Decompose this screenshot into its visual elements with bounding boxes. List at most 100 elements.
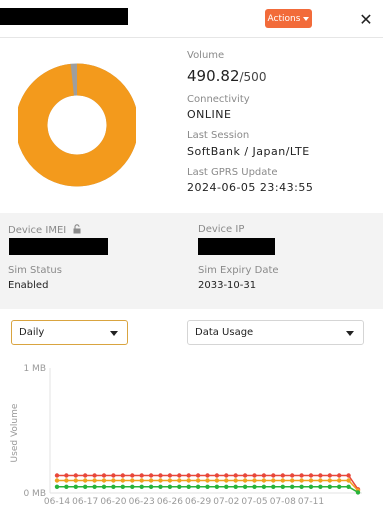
data-point[interactable] (252, 478, 257, 483)
data-point[interactable] (242, 484, 248, 489)
data-point[interactable] (101, 473, 107, 478)
data-point[interactable] (111, 478, 116, 483)
data-point[interactable] (299, 484, 304, 489)
data-point[interactable] (337, 473, 342, 478)
data-point[interactable] (346, 478, 351, 483)
data-point[interactable] (299, 473, 304, 478)
data-point[interactable] (111, 473, 116, 478)
data-point[interactable] (195, 484, 201, 489)
data-point[interactable] (83, 473, 88, 478)
data-point[interactable] (186, 484, 191, 489)
metric-select[interactable]: Data Usage (187, 320, 364, 345)
data-point[interactable] (195, 473, 201, 478)
data-point[interactable] (101, 478, 107, 483)
data-point[interactable] (280, 484, 285, 489)
data-point[interactable] (83, 478, 88, 483)
data-point[interactable] (290, 478, 295, 483)
data-point[interactable] (308, 473, 314, 478)
data-point[interactable] (195, 478, 201, 483)
data-point[interactable] (158, 473, 163, 478)
data-point[interactable] (158, 484, 163, 489)
unlock-icon[interactable] (72, 224, 82, 234)
data-point[interactable] (130, 484, 135, 489)
data-point[interactable] (92, 473, 97, 478)
data-point[interactable] (355, 490, 361, 495)
data-point[interactable] (308, 478, 314, 483)
data-point[interactable] (224, 478, 229, 483)
data-point[interactable] (337, 484, 342, 489)
data-point[interactable] (148, 473, 154, 478)
data-point[interactable] (308, 484, 314, 489)
data-point[interactable] (158, 478, 163, 483)
data-point[interactable] (120, 478, 126, 483)
data-point[interactable] (327, 478, 332, 483)
data-point[interactable] (139, 484, 144, 489)
data-point[interactable] (271, 484, 276, 489)
data-point[interactable] (130, 473, 135, 478)
data-point[interactable] (346, 473, 351, 478)
data-point[interactable] (280, 478, 285, 483)
data-point[interactable] (233, 478, 238, 483)
data-point[interactable] (73, 473, 79, 478)
data-point[interactable] (214, 478, 220, 483)
data-point[interactable] (64, 478, 69, 483)
data-point[interactable] (186, 473, 191, 478)
data-point[interactable] (290, 473, 295, 478)
data-point[interactable] (299, 478, 304, 483)
data-point[interactable] (167, 478, 173, 483)
data-point[interactable] (252, 473, 257, 478)
data-point[interactable] (73, 484, 79, 489)
data-point[interactable] (64, 484, 69, 489)
data-point[interactable] (327, 484, 332, 489)
data-point[interactable] (261, 478, 267, 483)
data-point[interactable] (205, 484, 210, 489)
data-point[interactable] (224, 484, 229, 489)
data-point[interactable] (167, 484, 173, 489)
data-point[interactable] (139, 473, 144, 478)
data-point[interactable] (64, 473, 69, 478)
data-point[interactable] (280, 473, 285, 478)
data-point[interactable] (214, 484, 220, 489)
data-point[interactable] (318, 484, 323, 489)
data-point[interactable] (92, 478, 97, 483)
data-point[interactable] (205, 473, 210, 478)
data-point[interactable] (205, 478, 210, 483)
data-point[interactable] (346, 484, 351, 489)
data-point[interactable] (130, 478, 135, 483)
data-point[interactable] (54, 478, 60, 483)
data-point[interactable] (337, 478, 342, 483)
data-point[interactable] (233, 484, 238, 489)
data-point[interactable] (148, 478, 154, 483)
data-point[interactable] (242, 478, 248, 483)
data-point[interactable] (148, 484, 154, 489)
actions-button[interactable]: Actions (265, 9, 312, 28)
data-point[interactable] (54, 473, 60, 478)
data-point[interactable] (73, 478, 79, 483)
data-point[interactable] (261, 473, 267, 478)
data-point[interactable] (271, 478, 276, 483)
data-point[interactable] (327, 473, 332, 478)
period-select[interactable]: Daily (11, 320, 128, 345)
data-point[interactable] (111, 484, 116, 489)
data-point[interactable] (252, 484, 257, 489)
data-point[interactable] (318, 473, 323, 478)
data-point[interactable] (177, 473, 182, 478)
data-point[interactable] (92, 484, 97, 489)
data-point[interactable] (167, 473, 173, 478)
data-point[interactable] (139, 478, 144, 483)
data-point[interactable] (54, 484, 60, 489)
data-point[interactable] (120, 473, 126, 478)
data-point[interactable] (271, 473, 276, 478)
data-point[interactable] (224, 473, 229, 478)
data-point[interactable] (186, 478, 191, 483)
data-point[interactable] (83, 484, 88, 489)
data-point[interactable] (261, 484, 267, 489)
data-point[interactable] (318, 478, 323, 483)
data-point[interactable] (177, 484, 182, 489)
data-point[interactable] (233, 473, 238, 478)
data-point[interactable] (120, 484, 126, 489)
close-icon[interactable]: ✕ (356, 9, 376, 29)
data-point[interactable] (242, 473, 248, 478)
data-point[interactable] (290, 484, 295, 489)
data-point[interactable] (177, 478, 182, 483)
